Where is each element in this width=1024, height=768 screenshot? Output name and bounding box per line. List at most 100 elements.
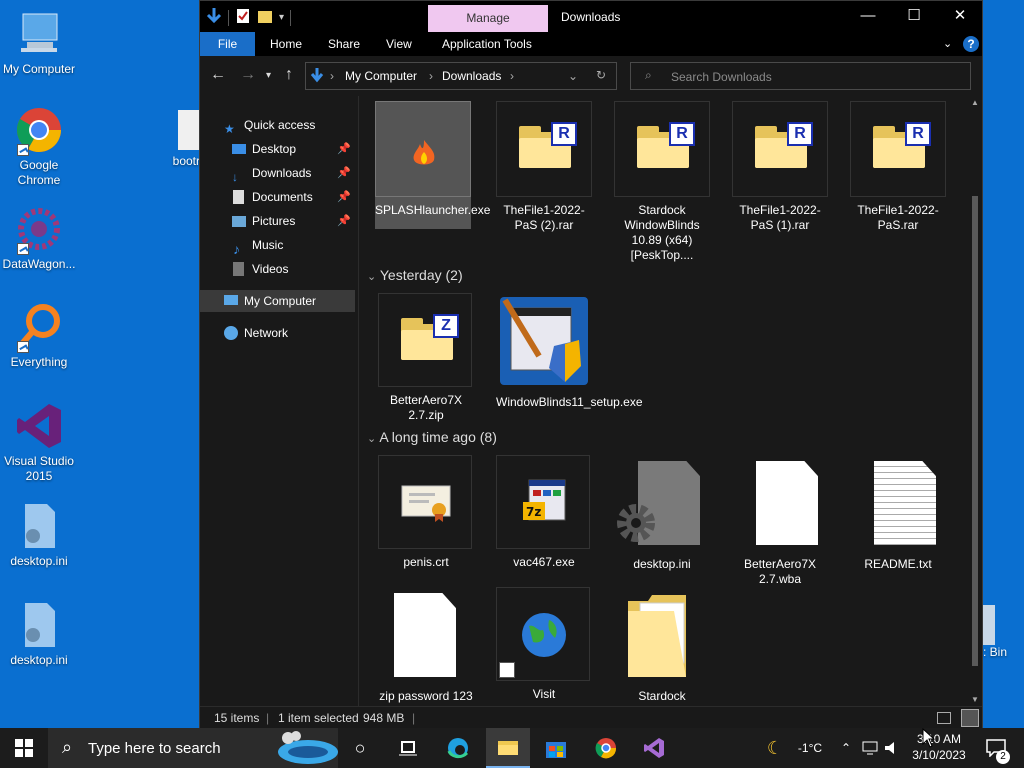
ribbon-tab-view[interactable]: View <box>386 32 412 56</box>
group-header-long-time-ago[interactable]: ⌄ A long time ago (8) <box>367 429 497 445</box>
address-bar[interactable]: › My Computer › Downloads › ⌄ ↻ <box>305 62 617 90</box>
refresh-icon[interactable]: ↻ <box>596 68 606 82</box>
close-button[interactable]: ✕ <box>937 1 983 32</box>
breadcrumb-my-computer[interactable]: My Computer <box>345 69 417 83</box>
selection-info: 1 item selected <box>278 711 359 725</box>
breadcrumb-downloads[interactable]: Downloads <box>442 69 501 83</box>
edge-browser-icon[interactable] <box>438 728 478 768</box>
file-item-betteraero7x-wba[interactable]: BetterAero7X 2.7.wba <box>732 455 828 587</box>
address-dropdown-chevron-icon[interactable]: ⌄ <box>568 69 578 83</box>
visual-studio-icon[interactable] <box>634 728 674 768</box>
desktop-icon-recycle-bin[interactable]: : Bin <box>983 605 1023 660</box>
pin-icon[interactable]: 📌 <box>337 138 351 160</box>
desktop-icon-bootr[interactable]: bootr <box>150 110 200 169</box>
rar-badge-icon: R <box>669 122 695 146</box>
ribbon-tab-file[interactable]: File <box>200 32 255 56</box>
cortana-icon[interactable]: ○ <box>340 728 380 768</box>
ribbon-tab-manage[interactable]: Manage <box>428 5 548 32</box>
volume-icon[interactable] <box>882 728 902 768</box>
folder-icon <box>628 595 686 677</box>
notification-center-icon[interactable]: 2 <box>976 728 1016 768</box>
nav-documents[interactable]: Documents 📌 <box>200 186 355 208</box>
pin-icon[interactable]: 📌 <box>337 210 351 232</box>
minimize-button[interactable]: — <box>845 1 891 32</box>
nav-my-computer[interactable]: My Computer <box>200 290 355 312</box>
file-item-betteraero7x-zip[interactable]: Z BetterAero7X 2.7.zip <box>378 293 474 423</box>
desktop-icon-google-chrome[interactable]: Google Chrome <box>1 106 77 188</box>
file-item-stardock-folder[interactable]: Stardock <box>614 587 710 704</box>
file-item-splashlauncher[interactable]: SPLASHlauncher.exe <box>375 101 490 229</box>
ribbon-tab-application-tools[interactable]: Application Tools <box>442 32 532 56</box>
recent-locations-chevron-icon[interactable]: ▾ <box>266 70 271 81</box>
shortcut-arrow-icon <box>499 662 515 678</box>
file-item-visit[interactable]: Visit <box>496 587 592 702</box>
ribbon-tab-share[interactable]: Share <box>328 32 360 56</box>
desktop-icon-everything[interactable]: Everything <box>1 303 77 370</box>
pin-icon[interactable]: 📌 <box>337 162 351 184</box>
file-name: Stardock WindowBlinds 10.89 (x64)[PeskTo… <box>624 203 700 262</box>
nav-downloads[interactable]: ↓ Downloads 📌 <box>200 162 355 184</box>
nav-quick-access[interactable]: ★ Quick access <box>200 114 355 136</box>
settings-gear-icon <box>617 504 655 542</box>
nav-label: Music <box>252 238 284 252</box>
maximize-button[interactable]: ☐ <box>891 1 937 32</box>
desktop-icon-my-computer[interactable]: My Computer <box>1 10 77 77</box>
task-view-icon[interactable] <box>388 728 428 768</box>
nav-pictures[interactable]: Pictures 📌 <box>200 210 355 232</box>
network-status-icon[interactable] <box>860 728 880 768</box>
desktop-icon-desktop-ini[interactable]: desktop.ini <box>1 502 77 569</box>
nav-music[interactable]: ♪ Music <box>200 234 355 257</box>
up-arrow-icon[interactable]: ↑ <box>285 66 293 84</box>
file-thumbnail: R <box>732 101 828 197</box>
nav-network[interactable]: Network <box>200 322 355 344</box>
chrome-icon[interactable] <box>586 728 626 768</box>
new-folder-icon[interactable] <box>257 8 273 27</box>
nav-desktop[interactable]: Desktop 📌 <box>200 138 355 160</box>
forward-arrow-icon[interactable]: → <box>240 66 256 84</box>
clock[interactable]: 3:10 AM 3/10/2023 <box>906 728 972 768</box>
globe-internet-shortcut-icon <box>522 613 566 657</box>
scrollbar-thumb[interactable] <box>972 196 978 666</box>
customize-toolbar-chevron-icon[interactable]: ▾ <box>279 12 284 23</box>
help-icon[interactable]: ? <box>963 36 979 52</box>
start-button[interactable] <box>0 728 48 768</box>
details-view-icon[interactable] <box>937 712 951 724</box>
weather-moon-icon[interactable]: ☾ <box>760 728 790 768</box>
file-item-penis-crt[interactable]: penis.crt <box>378 455 474 570</box>
back-arrow-icon[interactable]: ← <box>210 66 226 84</box>
file-explorer-icon[interactable] <box>486 728 530 768</box>
desktop-icon-desktop-ini-2[interactable]: desktop.ini <box>1 601 77 668</box>
search-box[interactable]: ⌕ Search Downloads <box>630 62 971 90</box>
taskbar-search-box[interactable]: ⌕ Type here to search <box>48 728 338 768</box>
microsoft-store-icon[interactable] <box>536 728 576 768</box>
ribbon-tab-home[interactable]: Home <box>270 32 302 56</box>
desktop-icon-datawagon[interactable]: DataWagon... <box>1 205 77 272</box>
file-item-thefile1[interactable]: R TheFile1-2022-PaS.rar <box>850 101 946 233</box>
vertical-scrollbar[interactable]: ▲ ▼ <box>968 96 982 706</box>
file-item-thefile1-2[interactable]: R TheFile1-2022-PaS (2).rar <box>496 101 592 233</box>
windowblinds-installer-icon <box>500 297 588 385</box>
group-header-yesterday[interactable]: ⌄ Yesterday (2) <box>367 267 463 283</box>
expand-ribbon-chevron-icon[interactable]: ⌄ <box>943 32 952 56</box>
file-item-readme-txt[interactable]: README.txt <box>850 455 946 572</box>
file-item-desktop-ini[interactable]: desktop.ini <box>614 455 710 572</box>
file-item-zip-password[interactable]: zip password 123 <box>378 587 474 704</box>
desktop-icon-visual-studio[interactable]: Visual Studio 2015 <box>1 402 77 484</box>
scroll-down-arrow-icon[interactable]: ▼ <box>971 695 979 704</box>
file-item-windowblinds11-setup[interactable]: WindowBlinds11_setup.exe <box>496 293 643 410</box>
pin-icon[interactable]: 📌 <box>337 186 351 208</box>
properties-icon[interactable] <box>235 8 251 27</box>
nav-videos[interactable]: Videos <box>200 258 355 280</box>
file-name: Stardock <box>638 689 686 703</box>
file-item-vac467-exe[interactable]: 7z vac467.exe <box>496 455 592 570</box>
file-item-thefile1-1[interactable]: R TheFile1-2022-PaS (1).rar <box>732 101 828 233</box>
scroll-up-arrow-icon[interactable]: ▲ <box>971 98 979 107</box>
file-thumbnail <box>732 455 828 551</box>
large-icons-view-icon[interactable] <box>961 709 979 727</box>
file-thumbnail: R <box>614 101 710 197</box>
window-title: Downloads <box>561 10 621 24</box>
weather-temperature[interactable]: -1°C <box>790 728 830 768</box>
show-hidden-icons-chevron-icon[interactable]: ⌃ <box>836 728 856 768</box>
download-arrow-icon[interactable] <box>206 7 222 28</box>
file-item-stardock-windowblinds-10[interactable]: R Stardock WindowBlinds 10.89 (x64)[Pesk… <box>614 101 710 263</box>
